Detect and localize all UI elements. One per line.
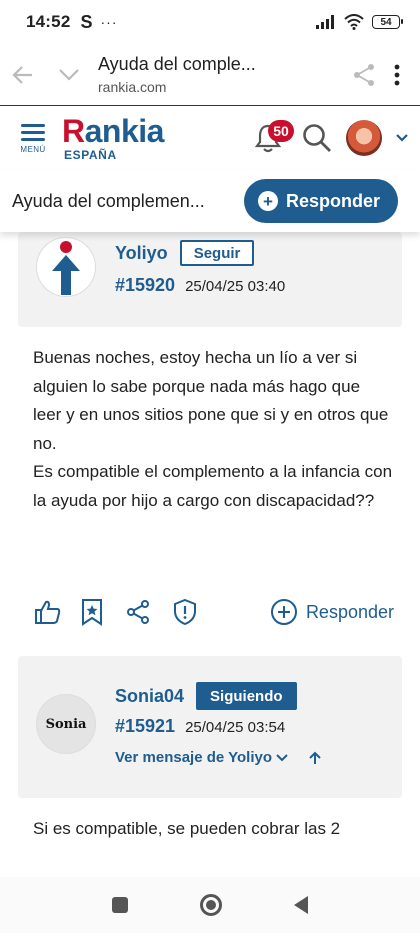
post-actions: Responder (34, 595, 394, 629)
logo-initial: R (62, 113, 85, 149)
post-header: Yoliyo Seguir #15920 25/04/25 03:40 (18, 232, 402, 327)
hamburger-icon (21, 124, 45, 127)
menu-label: MENÚ (20, 145, 46, 154)
reply-post-label: Responder (305, 601, 394, 622)
post-number[interactable]: #15921 (115, 716, 175, 737)
home-icon[interactable] (200, 894, 222, 916)
address-bar[interactable]: Ayuda del comple... rankia.com (92, 54, 352, 95)
post-body: Si es compatible, se pueden cobrar las 2 (33, 815, 393, 844)
view-parent-label: Ver mensaje de Yoliyo (115, 749, 273, 766)
more-vertical-icon[interactable] (394, 64, 400, 86)
chevron-down-icon (276, 753, 288, 761)
chevron-down-icon (59, 68, 79, 81)
reply-button-label: Responder (285, 190, 380, 211)
post-date: 25/04/25 03:40 (185, 278, 286, 295)
rankia-user-icon (52, 241, 80, 295)
chevron-down-icon[interactable] (396, 134, 408, 142)
search-icon[interactable] (302, 123, 332, 153)
notifications-button[interactable]: 50 (248, 118, 294, 158)
thread-title: Ayuda del complemen... (12, 190, 205, 211)
avatar-text: Sonia (45, 716, 87, 732)
signal-icon (316, 15, 334, 29)
post-number[interactable]: #15920 (115, 275, 175, 296)
browser-toolbar: Ayuda del comple... rankia.com (0, 44, 420, 106)
plus-icon: + (257, 191, 278, 211)
share-post-button[interactable] (126, 599, 172, 625)
author-avatar[interactable]: Sonia (36, 694, 96, 754)
page-host: rankia.com (98, 79, 167, 95)
recent-apps-icon[interactable] (112, 897, 128, 913)
shield-alert-icon (174, 598, 196, 626)
status-bar: 14:52 S ··· 54 (0, 0, 420, 44)
thread-title-bar: Ayuda del complemen... + Responder (0, 170, 420, 232)
hamburger-icon-line (21, 138, 45, 141)
battery-icon: 54 (372, 15, 403, 29)
expand-button[interactable] (46, 68, 92, 82)
more-notifications-icon: ··· (100, 14, 118, 30)
arrow-up-icon[interactable] (308, 751, 322, 765)
post-body: Buenas noches, estoy hecha un lío a ver … (33, 344, 393, 515)
site-header: MENÚ Rankia ESPAÑA 50 (0, 107, 420, 169)
share-icon[interactable] (352, 63, 376, 87)
post-header: Sonia Sonia04 Siguiendo #15921 25/04/25 … (18, 656, 402, 798)
thumbs-up-icon (35, 600, 61, 624)
bookmark-star-icon (82, 599, 102, 626)
reply-button[interactable]: + Responder (243, 179, 398, 223)
back-button[interactable] (0, 64, 46, 86)
logo-rest: ankia (84, 113, 165, 149)
follow-button[interactable]: Seguir (179, 240, 255, 266)
share-icon (127, 600, 149, 624)
system-navigation-bar (0, 877, 420, 933)
menu-button[interactable]: MENÚ (0, 122, 62, 154)
post-text: Buenas noches, estoy hecha un lío a ver … (33, 348, 393, 510)
hamburger-icon-line (21, 131, 45, 134)
author-avatar[interactable] (36, 237, 96, 297)
reply-post-button[interactable]: Responder (270, 598, 394, 626)
logo-country: ESPAÑA (64, 148, 117, 162)
arrow-left-icon (12, 65, 32, 84)
status-time: 14:52 (26, 12, 71, 31)
user-avatar[interactable] (346, 120, 382, 156)
wifi-icon (344, 14, 364, 30)
plus-circle-icon (270, 599, 297, 625)
report-button[interactable] (172, 598, 218, 626)
notification-badge: 50 (268, 120, 294, 142)
page-title: Ayuda del comple... (98, 54, 256, 74)
site-logo[interactable]: Rankia ESPAÑA (62, 115, 164, 161)
author-name[interactable]: Sonia04 (115, 686, 184, 707)
author-name[interactable]: Yoliyo (115, 243, 168, 264)
back-icon[interactable] (294, 896, 308, 914)
post-text: Si es compatible, se pueden cobrar las 2 (33, 819, 341, 838)
carrier-icon: S (80, 11, 93, 32)
like-button[interactable] (34, 599, 80, 625)
view-parent-message-link[interactable]: Ver mensaje de Yoliyo (115, 749, 322, 766)
bookmark-button[interactable] (80, 598, 126, 626)
post-date: 25/04/25 03:54 (185, 719, 286, 736)
following-button[interactable]: Siguiendo (196, 682, 297, 710)
